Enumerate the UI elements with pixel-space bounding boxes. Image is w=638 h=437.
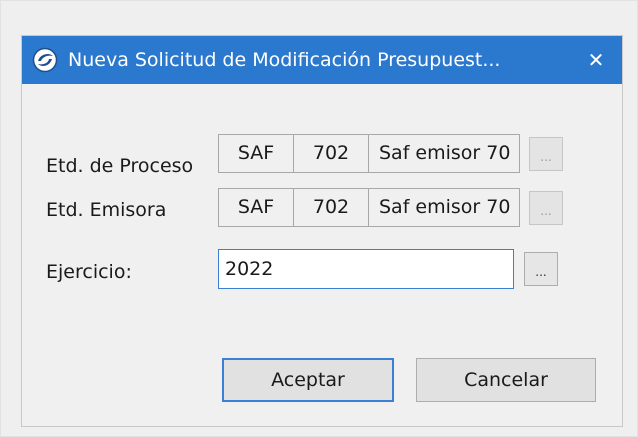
ejercicio-input[interactable] bbox=[218, 249, 514, 289]
ellipsis-icon: ... bbox=[535, 265, 547, 279]
title-bar[interactable]: Nueva Solicitud de Modificación Presupue… bbox=[22, 36, 622, 84]
window-title: Nueva Solicitud de Modificación Presupue… bbox=[68, 49, 501, 71]
proceso-code-field: SAF bbox=[218, 134, 294, 173]
proceso-lookup-button[interactable]: ... bbox=[529, 137, 563, 171]
cancel-button[interactable]: Cancelar bbox=[416, 358, 596, 402]
emisora-number-field: 702 bbox=[293, 188, 369, 227]
proceso-label: Etd. de Proceso bbox=[46, 155, 194, 177]
accept-button[interactable]: Aceptar bbox=[222, 358, 394, 402]
emisora-code-field: SAF bbox=[218, 188, 294, 227]
close-icon: ✕ bbox=[587, 48, 605, 72]
emisora-label: Etd. Emisora bbox=[46, 199, 167, 221]
emisora-lookup-button[interactable]: ... bbox=[529, 191, 563, 225]
ellipsis-icon: ... bbox=[540, 150, 552, 164]
emisora-name-field: Saf emisor 70 bbox=[368, 188, 520, 227]
ellipsis-icon: ... bbox=[540, 204, 552, 218]
ejercicio-lookup-button[interactable]: ... bbox=[524, 252, 558, 286]
screen-background: Nueva Solicitud de Modificación Presupue… bbox=[0, 0, 638, 437]
ejercicio-label: Ejercicio: bbox=[46, 261, 132, 283]
dialog-window: Nueva Solicitud de Modificación Presupue… bbox=[21, 35, 623, 427]
proceso-number-field: 702 bbox=[293, 134, 369, 173]
close-button[interactable]: ✕ bbox=[570, 36, 622, 84]
app-logo-icon bbox=[32, 47, 58, 73]
proceso-name-field: Saf emisor 70 bbox=[368, 134, 520, 173]
